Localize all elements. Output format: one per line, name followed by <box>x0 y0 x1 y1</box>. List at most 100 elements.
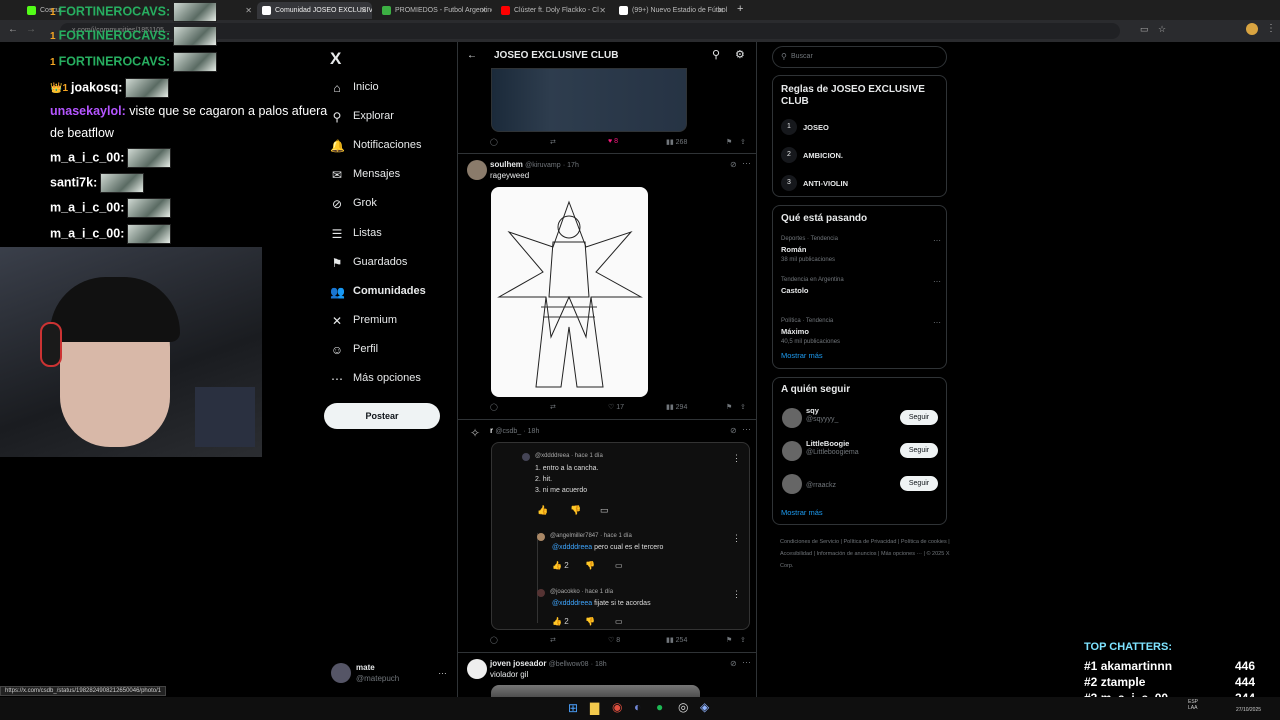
steam-icon[interactable]: ◈ <box>700 700 709 714</box>
trend-item[interactable]: Tendencia en Argentina Castolo ⋯ <box>781 277 941 315</box>
repost-icon[interactable]: ⇄ <box>550 138 556 146</box>
more-icon[interactable]: ⋯ <box>933 318 941 327</box>
follow-name[interactable]: sqy <box>806 406 819 415</box>
menu-icon[interactable]: ⋮ <box>1266 23 1276 34</box>
more-icon[interactable]: ⋯ <box>742 158 751 169</box>
bookmark-icon[interactable]: ⚑ <box>726 138 732 146</box>
account-avatar[interactable] <box>331 663 351 683</box>
avatar[interactable] <box>782 474 802 494</box>
rule-text[interactable]: ANTI-VIOLIN <box>803 179 848 188</box>
post-image[interactable]: @xddddreea · hace 1 día 1. entro a la ca… <box>491 442 750 630</box>
view-count: 254 <box>675 637 688 644</box>
grok-icon[interactable]: ⊘ <box>730 659 737 668</box>
like-icon[interactable]: ♥ 8 <box>608 138 618 145</box>
follow-handle: @rraackz <box>806 482 837 489</box>
post-author[interactable]: joven joseador @bellwow08 · 18h <box>490 659 607 668</box>
footer-link[interactable]: Condiciones de Servicio | <box>780 539 844 545</box>
browser-tab[interactable]: PROMIEDOS - Futbol Argentino ✕ <box>377 2 492 19</box>
close-icon[interactable]: ✕ <box>599 2 606 19</box>
browser-tab[interactable]: (99+) Nuevo Estadio de Fútbol ✕ <box>614 2 729 19</box>
bookmark-icon[interactable]: ⚑ <box>726 636 732 644</box>
browser-tab[interactable]: Clúster ft. Doly Flackko - Cl ✕ <box>496 2 611 19</box>
trends-title: Qué está pasando <box>781 213 868 224</box>
bookmark-icon[interactable]: ⚑ <box>726 403 732 411</box>
views-icon[interactable]: ▮▮ 268 <box>666 138 687 146</box>
reply-icon[interactable]: ◯ <box>490 403 498 411</box>
thumb-down-icon: 👎 <box>570 505 582 515</box>
footer-link[interactable]: Más opciones ··· | <box>881 551 926 557</box>
thumb-down-icon: 👎 <box>585 617 595 626</box>
footer-link[interactable]: Política de cookies | <box>901 539 950 545</box>
share-icon[interactable]: ⇪ <box>740 403 746 411</box>
spotify-icon[interactable]: ● <box>656 700 663 714</box>
chatter-count: 444 <box>1235 675 1256 689</box>
follow-button[interactable]: Seguir <box>900 443 938 458</box>
back-arrow-icon[interactable]: ← <box>467 50 477 61</box>
profile-avatar[interactable] <box>1246 23 1258 35</box>
close-icon[interactable]: ✕ <box>717 2 724 19</box>
chat-emote <box>173 2 218 22</box>
more-icon[interactable]: ⋯ <box>933 277 941 286</box>
new-tab-button[interactable]: + <box>737 3 743 15</box>
comment-header: @angelmiller7847 · hace 1 día <box>550 533 632 539</box>
chat-message: 1 FORTINEROCAVS: <box>50 26 218 46</box>
install-icon[interactable]: ▭ <box>1140 24 1149 35</box>
grok-icon[interactable]: ⊘ <box>730 426 737 435</box>
views-icon[interactable]: ▮▮ 294 <box>666 403 687 411</box>
search-icon[interactable]: ⚲ <box>712 48 720 61</box>
tab-favicon-icon <box>382 6 391 15</box>
post-image[interactable] <box>491 187 648 397</box>
avatar[interactable] <box>782 441 802 461</box>
windows-start-icon[interactable]: ⊞ <box>568 701 578 715</box>
rule-text[interactable]: JOSEO <box>803 123 829 132</box>
search-box[interactable]: ⚲ Buscar <box>772 46 947 68</box>
post-author[interactable]: soulhem @kiruvamp · 17h <box>490 160 579 169</box>
star-icon[interactable]: ☆ <box>1158 24 1166 35</box>
more-icon[interactable]: ⋯ <box>742 424 751 435</box>
post-button[interactable]: Postear <box>324 403 440 429</box>
grok-icon[interactable]: ⊘ <box>730 160 737 169</box>
close-icon[interactable]: ✕ <box>480 2 487 19</box>
footer-link[interactable]: Información de anuncios | <box>817 551 881 557</box>
language-indicator[interactable]: ESP LAA <box>1188 699 1202 711</box>
avatar[interactable]: ✧ <box>470 426 486 442</box>
repost-icon[interactable]: ⇄ <box>550 403 556 411</box>
nav-item-label: Premium <box>353 313 398 326</box>
footer-link[interactable]: Política de Privacidad | <box>844 539 901 545</box>
avatar[interactable] <box>467 160 487 180</box>
tab-label: (99+) Nuevo Estadio de Fútbol <box>632 7 728 14</box>
show-more-link[interactable]: Mostrar más <box>781 508 823 517</box>
reply-icon[interactable]: ◯ <box>490 636 498 644</box>
follow-button[interactable]: Seguir <box>900 476 938 491</box>
like-icon[interactable]: ♡ 8 <box>608 636 620 644</box>
follow-button[interactable]: Seguir <box>900 410 938 425</box>
more-icon[interactable]: ⋯ <box>742 657 751 668</box>
avatar[interactable] <box>782 408 802 428</box>
nav-item-label: Notificaciones <box>353 139 422 152</box>
like-icon[interactable]: ♡ 17 <box>608 403 624 411</box>
divider <box>458 153 756 154</box>
show-more-link[interactable]: Mostrar más <box>781 351 823 360</box>
repost-icon[interactable]: ⇄ <box>550 636 556 644</box>
account-more-icon[interactable]: … <box>438 666 447 676</box>
community-feed: ← JOSEO EXCLUSIVE CLUB ⚲ ⚙ ◯ ⇄ ♥ 8 ▮▮ 26… <box>457 42 757 720</box>
views-icon[interactable]: ▮▮ 254 <box>666 636 687 644</box>
share-icon[interactable]: ⇪ <box>740 138 746 146</box>
reply-icon[interactable]: ◯ <box>490 138 498 146</box>
folder-icon[interactable]: ▇ <box>590 701 599 715</box>
rule-text[interactable]: AMBICION. <box>803 151 843 160</box>
avatar[interactable] <box>467 659 487 679</box>
close-icon[interactable]: ✕ <box>360 2 367 19</box>
chrome-icon[interactable]: ◉ <box>612 700 622 714</box>
post-image[interactable] <box>491 68 687 132</box>
more-icon[interactable]: ⋯ <box>933 236 941 245</box>
obs-icon[interactable]: ◎ <box>678 700 688 714</box>
follow-name[interactable]: LittleBoogie <box>806 439 849 448</box>
settings-icon[interactable]: ⚙ <box>735 48 745 61</box>
post-author[interactable]: r @csdb_ · 18h <box>490 426 539 435</box>
share-icon[interactable]: ⇪ <box>740 636 746 644</box>
footer-link[interactable]: Accesibilidad | <box>780 551 817 557</box>
trend-item[interactable]: Deportes · Tendencia Román 38 mil publicac… <box>781 236 941 274</box>
discord-icon[interactable]: ◐ <box>634 700 641 714</box>
clock-date[interactable]: 27/10/2025 <box>1236 707 1261 713</box>
